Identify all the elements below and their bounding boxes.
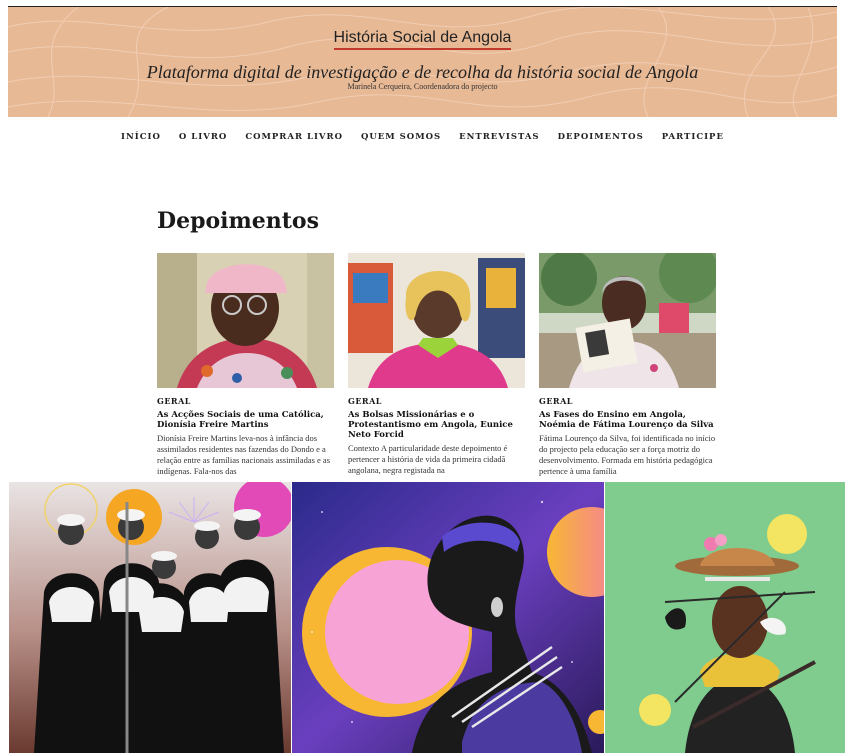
coordinator-credit: Marinela Cerqueira, Coordenadora do proj… [347, 82, 498, 91]
testimony-card[interactable]: GERAL As Fases do Ensino em Angola, Noém… [539, 253, 716, 483]
card-excerpt: Fátima Lourenço da Silva, foi identifica… [539, 433, 716, 476]
gallery-image-cosmic-profile[interactable] [292, 482, 604, 753]
main-nav: INÍCIO O LIVRO COMPRAR LIVRO QUEM SOMOS … [0, 132, 845, 142]
nav-item-o-livro[interactable]: O LIVRO [179, 132, 227, 142]
site-header: História Social de Angola Plataforma dig… [8, 7, 837, 117]
nav-item-comprar-livro[interactable]: COMPRAR LIVRO [245, 132, 343, 142]
testimony-card[interactable]: GERAL As Acções Sociais de uma Católica,… [157, 253, 334, 483]
nav-item-inicio[interactable]: INÍCIO [121, 132, 161, 142]
nav-item-quem-somos[interactable]: QUEM SOMOS [361, 132, 441, 142]
card-photo[interactable] [539, 253, 716, 388]
card-category[interactable]: GERAL [157, 396, 334, 406]
card-title[interactable]: As Fases do Ensino em Angola, Noémia de … [539, 410, 716, 430]
card-photo[interactable] [348, 253, 525, 388]
nav-item-participe[interactable]: PARTICIPE [662, 132, 724, 142]
card-category[interactable]: GERAL [539, 396, 716, 406]
card-excerpt: Dionísia Freire Martins leva-nos à infân… [157, 433, 330, 476]
gallery-image-woman-with-hat[interactable] [605, 482, 845, 753]
card-title[interactable]: As Acções Sociais de uma Católica, Dioní… [157, 410, 334, 430]
card-category[interactable]: GERAL [348, 396, 525, 406]
card-photo[interactable] [157, 253, 334, 388]
nav-item-depoimentos[interactable]: DEPOIMENTOS [558, 132, 644, 142]
gallery-image-group-women[interactable] [9, 482, 291, 753]
card-title[interactable]: As Bolsas Missionárias e o Protestantism… [348, 410, 525, 440]
page-title: Depoimentos [157, 208, 319, 234]
card-excerpt: Contexto A particularidade deste depoime… [348, 443, 508, 475]
site-title[interactable]: História Social de Angola [8, 29, 837, 50]
testimony-card[interactable]: GERAL As Bolsas Missionárias e o Protest… [348, 253, 525, 483]
nav-item-entrevistas[interactable]: ENTREVISTAS [459, 132, 539, 142]
site-tagline: Plataforma digital de investigação e de … [146, 62, 699, 82]
